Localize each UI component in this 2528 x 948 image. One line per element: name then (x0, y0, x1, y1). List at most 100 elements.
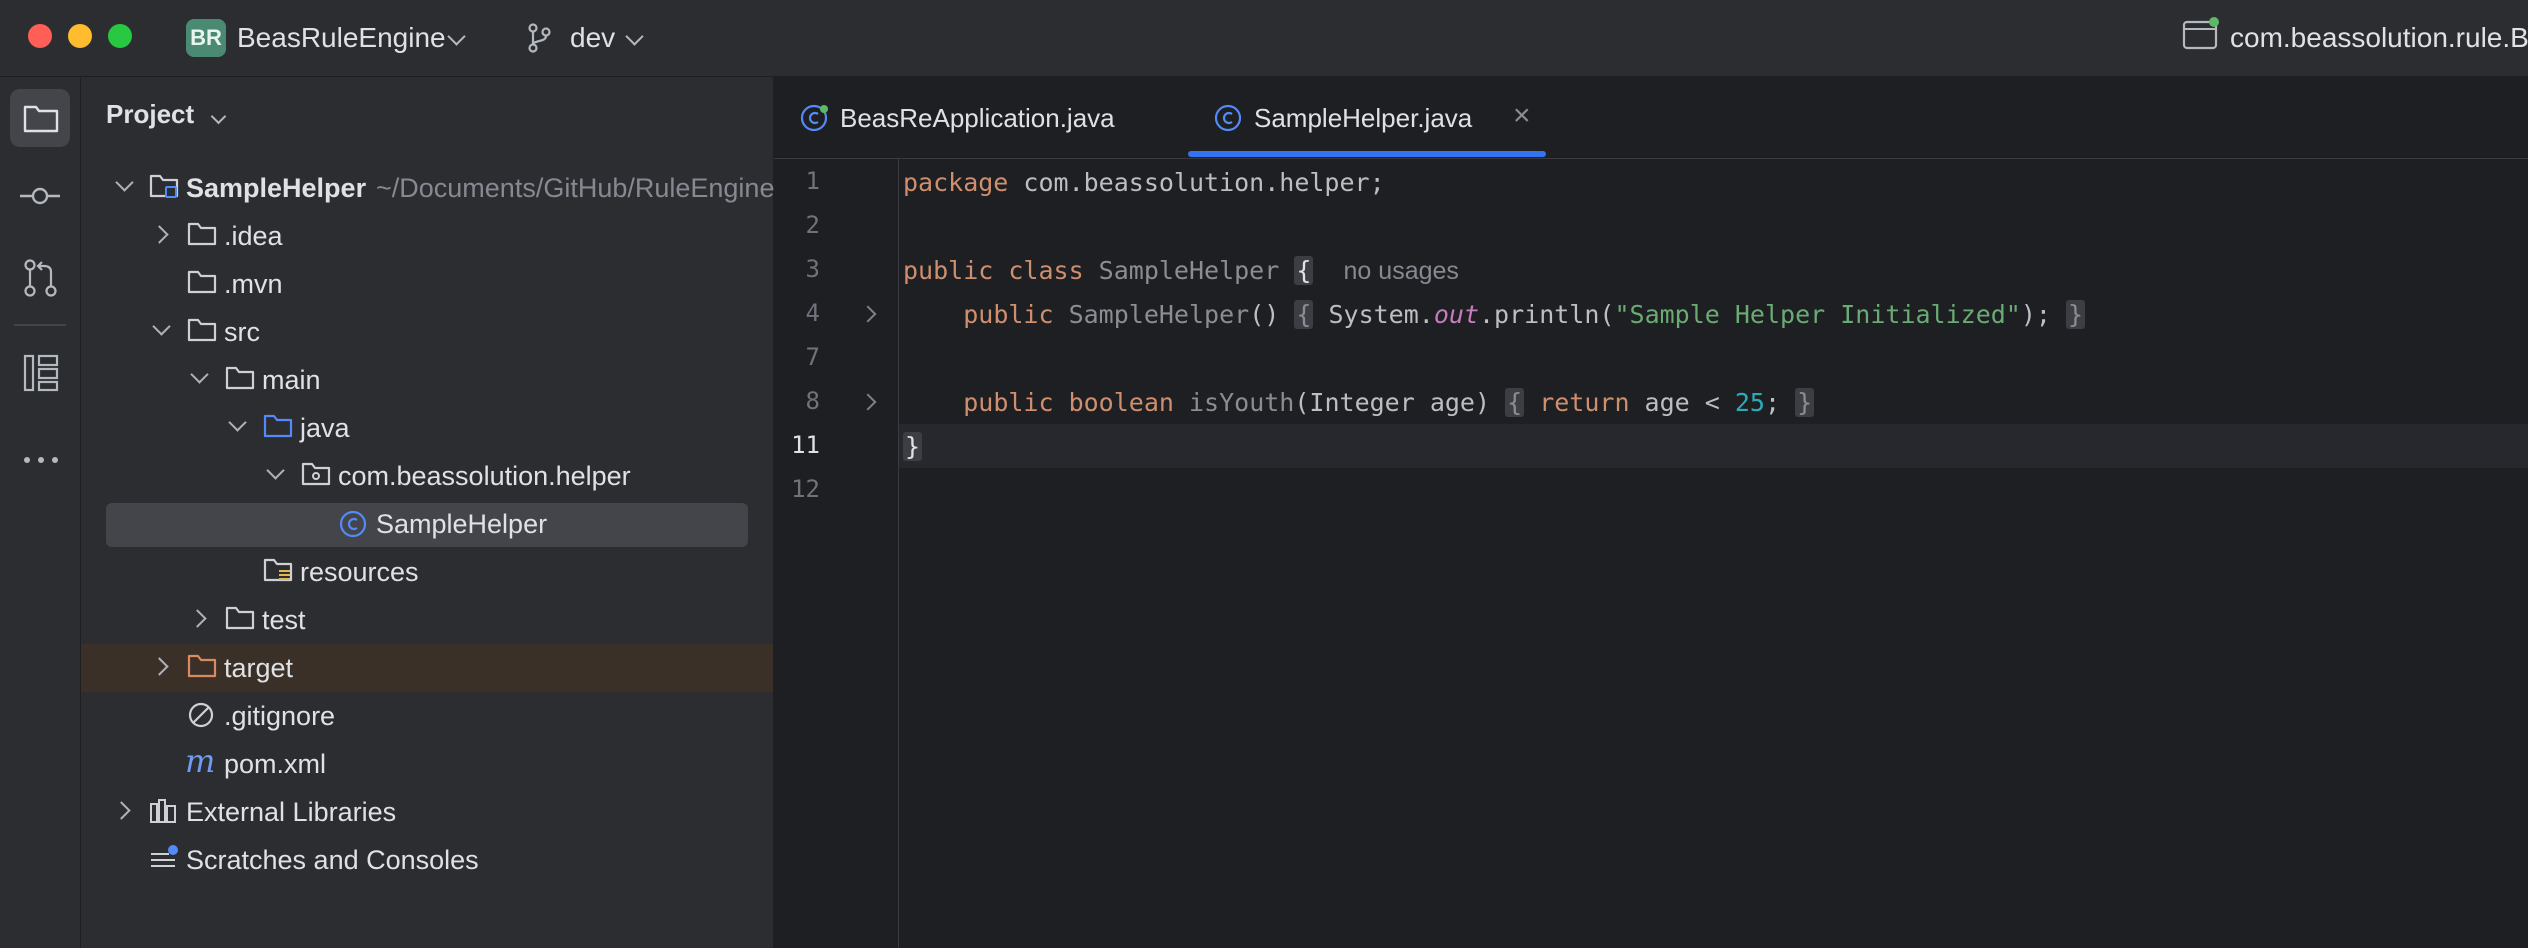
folder-icon (23, 105, 59, 133)
code-line-3[interactable]: public class SampleHelper { no usages (903, 253, 1459, 289)
number-literal: 25 (1734, 388, 1765, 417)
close-window-button[interactable] (28, 24, 52, 48)
tab-beasreapplication[interactable]: BeasReApplication.java (774, 77, 1174, 158)
folder-icon (187, 318, 217, 342)
pull-requests-tool-button[interactable] (10, 248, 70, 306)
keyword: public boolean (963, 388, 1189, 417)
tree-item-package[interactable]: com.beassolution.helper (81, 452, 773, 500)
minimize-window-button[interactable] (68, 24, 92, 48)
structure-icon (23, 354, 59, 392)
tree-item-main[interactable]: main (81, 356, 773, 404)
code-line-11[interactable]: } (903, 429, 923, 465)
tree-item-label: SampleHelper (186, 173, 367, 203)
keyword: return (1524, 388, 1630, 417)
usages-hint[interactable]: no usages (1344, 257, 1459, 285)
run-config-name: com.beassolution.rule.Be (2230, 22, 2528, 53)
toolstrip-divider (14, 324, 66, 326)
line-number: 1 (805, 167, 820, 195)
commit-tool-button[interactable] (10, 167, 70, 225)
libraries-icon (150, 799, 176, 823)
line-number: 2 (805, 211, 820, 239)
more-icon (24, 457, 58, 463)
code-text: ; (1764, 388, 1796, 417)
folded-brace: } (2066, 300, 2086, 329)
code-text: com.beassolution.helper; (1008, 168, 1385, 197)
line-number: 8 (805, 387, 820, 415)
tree-item-scratches[interactable]: Scratches and Consoles (81, 836, 773, 884)
resources-folder-icon (263, 558, 293, 582)
close-icon[interactable]: × (1513, 99, 1531, 133)
folded-brace: } (1795, 388, 1815, 417)
chevron-right-icon (188, 609, 207, 628)
tree-item-label: resources (300, 557, 419, 587)
class-icon (800, 104, 828, 132)
tree-item-external-libraries[interactable]: External Libraries (81, 788, 773, 836)
tree-item-label: src (224, 317, 260, 347)
tree-item-samplehelper-module[interactable]: SampleHelper ~/Documents/GitHub/RuleEngi… (81, 164, 774, 212)
project-badge: BR (186, 19, 226, 57)
project-panel: Project SampleHelper ~/Documents/GitHub/… (81, 77, 774, 948)
tab-samplehelper[interactable]: SampleHelper.java × (1188, 77, 1546, 158)
keyword: public (963, 300, 1069, 329)
current-line-highlight (774, 424, 2528, 468)
source-folder-icon (263, 414, 293, 438)
chevron-down-icon (190, 365, 209, 384)
tree-item-src[interactable]: src (81, 308, 773, 356)
tree-item-samplehelper-class[interactable]: SampleHelper (81, 500, 773, 548)
code-text: ); (2020, 300, 2067, 329)
chevron-down-icon (266, 461, 285, 480)
structure-tool-button[interactable] (10, 343, 70, 401)
tree-item-test[interactable]: test (81, 596, 773, 644)
chevron-right-icon (150, 225, 169, 244)
keyword: public class (903, 256, 1099, 285)
code-text: System. (1313, 300, 1434, 329)
folder-icon (187, 270, 217, 294)
brace: { (1294, 256, 1314, 285)
method-name: isYouth (1189, 388, 1295, 417)
tree-item-label: main (262, 365, 321, 395)
branch-name: dev (570, 22, 616, 53)
code-text: (Integer age) (1294, 388, 1506, 417)
constructor-name: SampleHelper (1068, 300, 1250, 329)
line-number: 7 (805, 343, 820, 371)
code-text: () (1249, 300, 1295, 329)
tree-item-gitignore[interactable]: .gitignore (81, 692, 773, 740)
chevron-down-icon (625, 27, 644, 46)
more-tools-button[interactable] (10, 431, 70, 489)
project-tool-button[interactable] (10, 89, 70, 147)
project-name: BeasRuleEngine (237, 22, 446, 53)
tree-item-label: target (224, 653, 294, 683)
zoom-window-button[interactable] (108, 24, 132, 48)
module-folder-icon (149, 174, 179, 198)
chevron-down-icon (228, 413, 247, 432)
code-line-4[interactable]: public SampleHelper() { System.out.print… (903, 297, 2086, 333)
pull-requests-icon (24, 259, 57, 297)
line-number-current: 11 (791, 431, 820, 459)
tree-item-label: SampleHelper (376, 509, 548, 539)
tree-item-label: .idea (224, 221, 283, 251)
maven-icon: m (185, 742, 216, 780)
tree-item-pom[interactable]: m pom.xml (81, 740, 773, 788)
chevron-down-icon (210, 108, 227, 125)
tree-item-idea[interactable]: .idea (81, 212, 773, 260)
tree-item-label: test (262, 605, 306, 635)
code-line-1[interactable]: package com.beassolution.helper; (903, 165, 1385, 201)
tree-item-java[interactable]: java (81, 404, 773, 452)
tab-label: SampleHelper.java (1254, 103, 1473, 133)
tree-item-label: com.beassolution.helper (338, 461, 631, 491)
git-branch-icon (528, 23, 551, 53)
class-name: SampleHelper (1098, 256, 1280, 285)
tree-item-resources[interactable]: resources (81, 548, 773, 596)
class-icon (1214, 104, 1242, 132)
ignore-file-icon (188, 702, 214, 728)
string-literal: "Sample Helper Initialized" (1614, 300, 2021, 329)
tree-item-label: java (300, 413, 350, 443)
code-line-8[interactable]: public boolean isYouth(Integer age) { re… (903, 385, 1815, 421)
tree-item-label: .mvn (224, 269, 283, 299)
project-panel-title: Project (106, 99, 195, 129)
package-icon (301, 462, 331, 486)
tree-item-mvn[interactable]: .mvn (81, 260, 773, 308)
keyword: package (903, 168, 1009, 197)
tree-item-target[interactable]: target (81, 644, 773, 692)
editor-tabs: BeasReApplication.java SampleHelper.java… (774, 77, 2528, 159)
